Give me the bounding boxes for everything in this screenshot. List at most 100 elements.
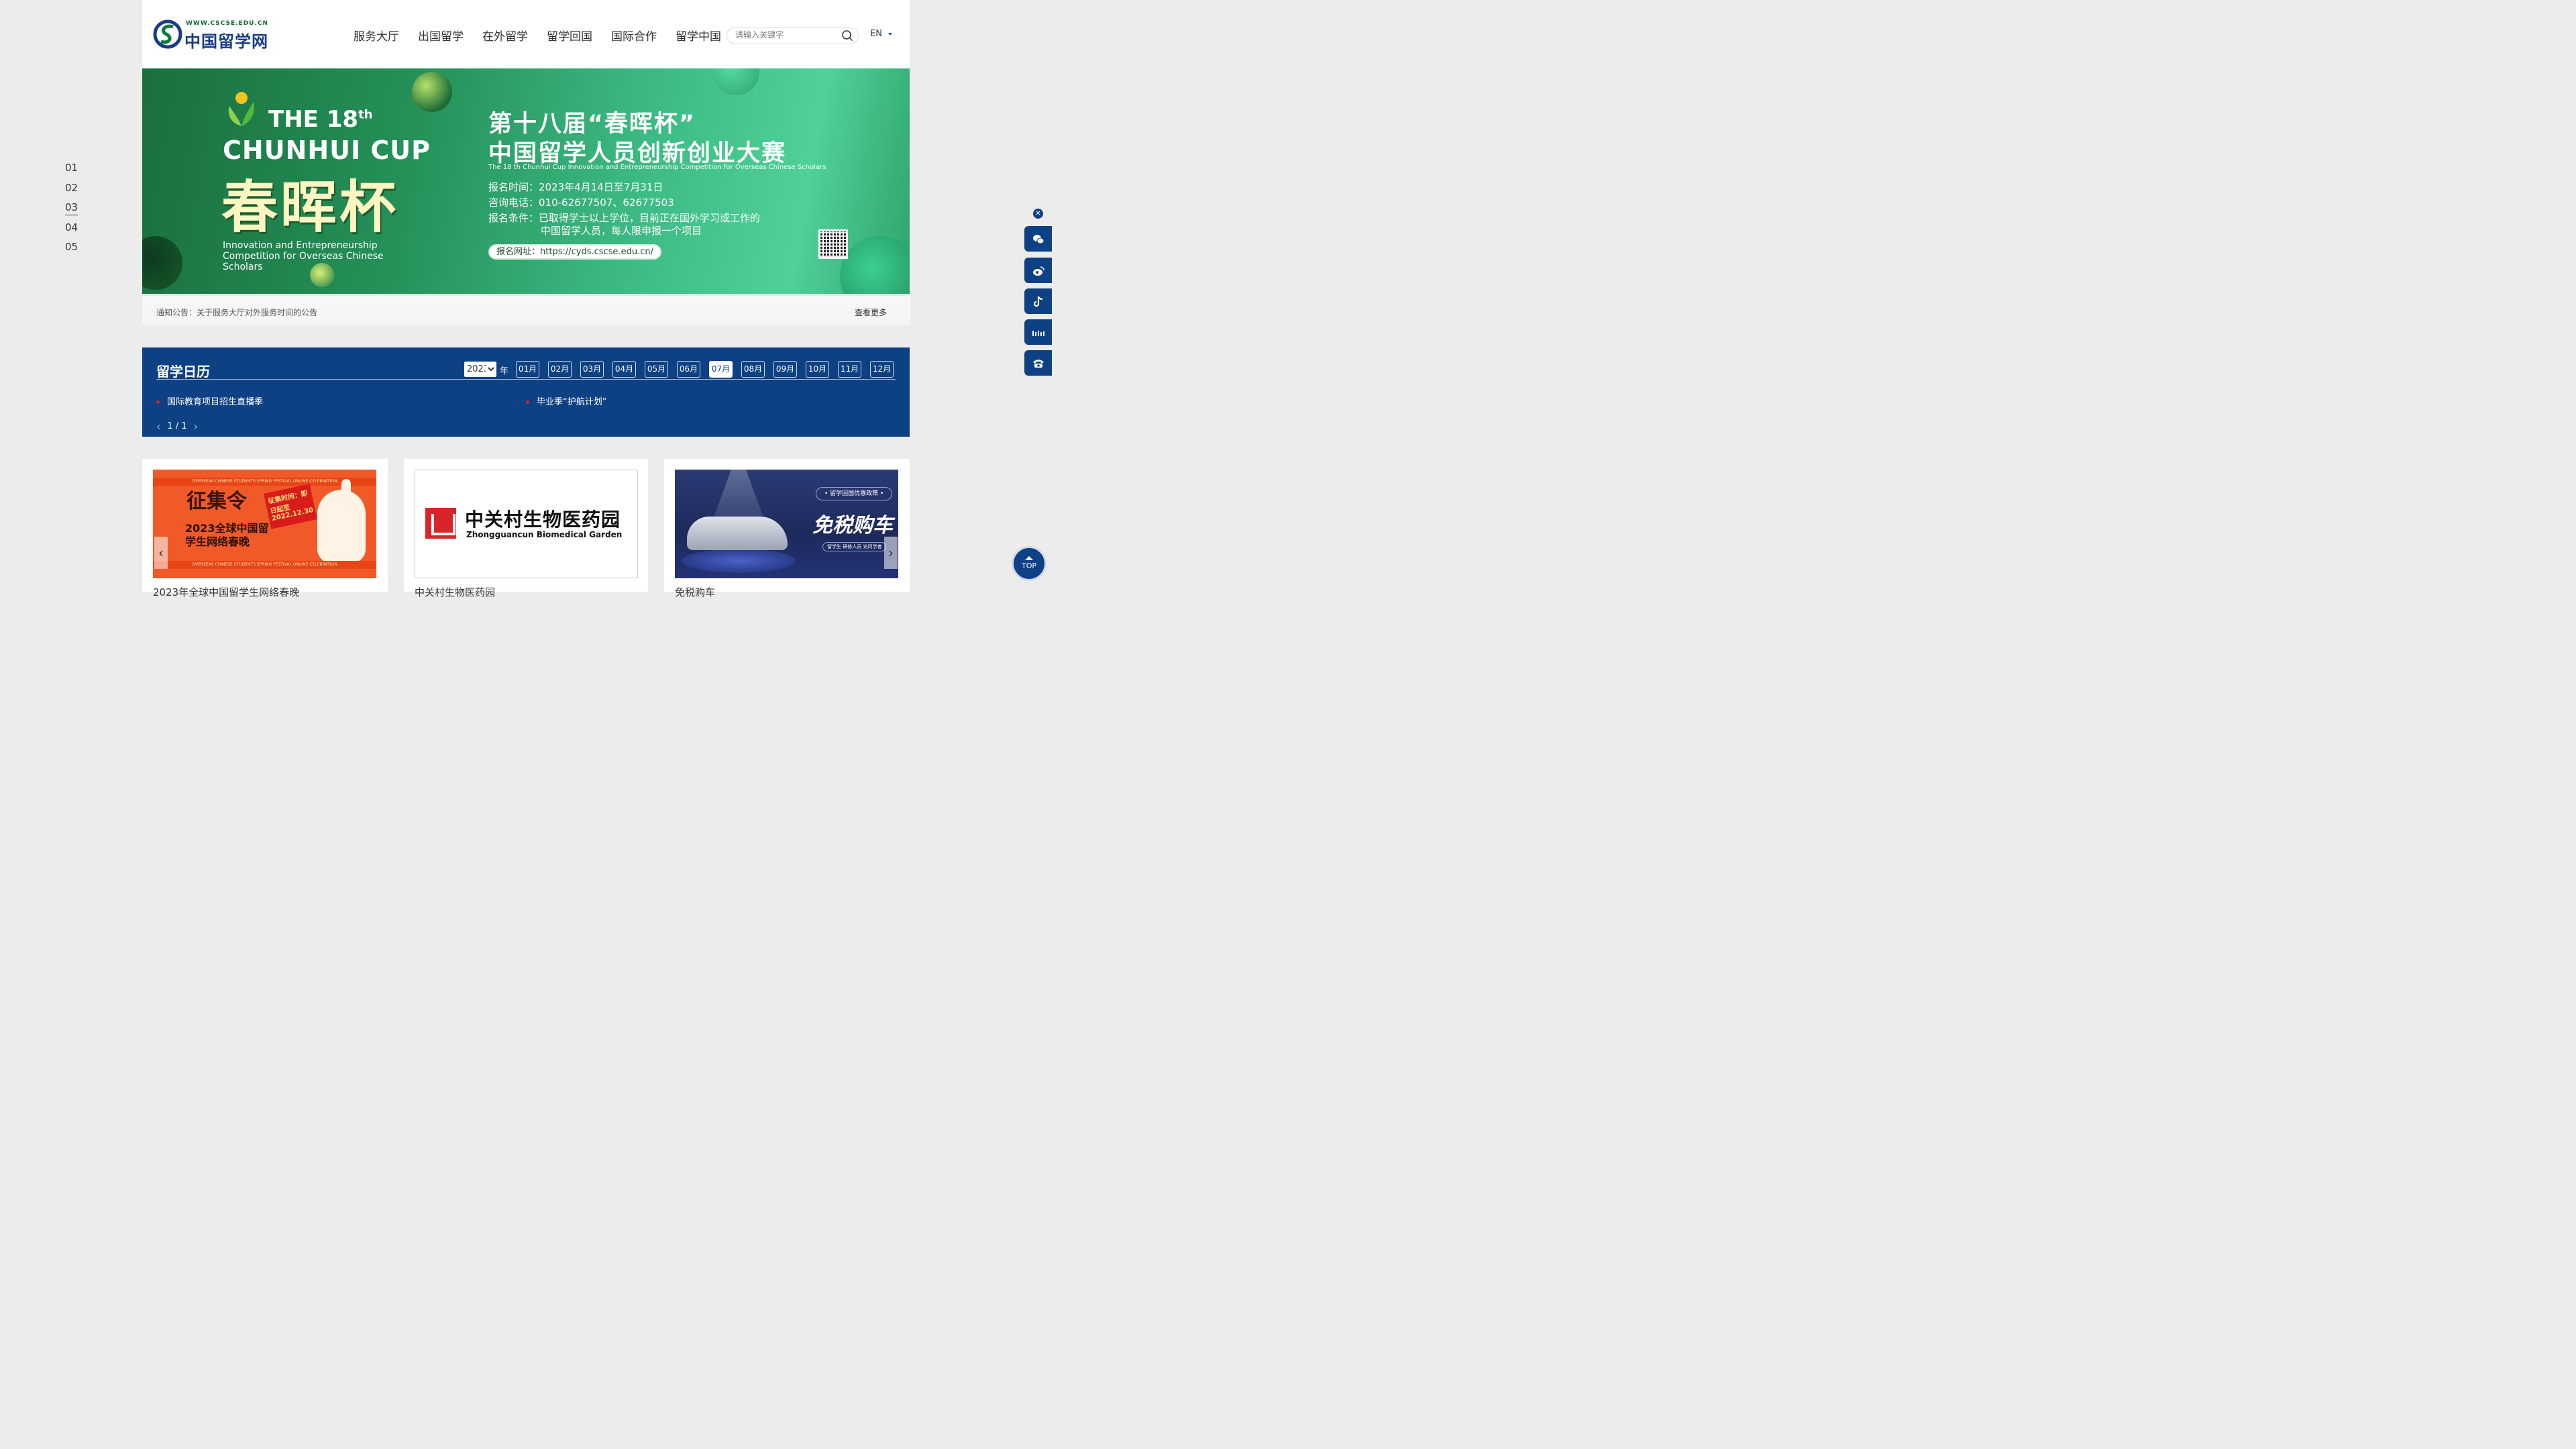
language-label: EN (870, 29, 882, 39)
decor-ball (142, 236, 182, 290)
hero-banner[interactable]: THE 18th CHUNHUI CUP 春晖杯 Innovation and … (142, 68, 910, 294)
nav-service-hall[interactable]: 服务大厅 (354, 27, 399, 44)
nav-study-in-china[interactable]: 留学中国 (676, 27, 721, 44)
arrow-up-icon (1025, 556, 1033, 560)
month-tab[interactable]: 02月 (548, 361, 572, 378)
year-select[interactable]: 2023 (464, 362, 496, 377)
section-page-item-active[interactable]: 03 (65, 201, 78, 221)
chevron-right-icon[interactable]: › (194, 420, 198, 433)
month-tabs: 01月 02月 03月 04月 05月 06月 07月 08月 09月 10月 … (516, 361, 894, 378)
wechat-icon[interactable] (1024, 226, 1052, 252)
banner-innovation-text: Innovation and Entrepreneurship Competit… (223, 240, 384, 272)
banner-condition-1: 报名条件：已取得学士以上学位，目前正在国外学习或工作的 (488, 212, 761, 224)
card-caption[interactable]: 2023年全球中国留学生网络春晚 (153, 585, 299, 599)
stage-decor (682, 549, 796, 573)
card-headline: 中关村生物医药园 (465, 508, 621, 531)
caret-down-icon (888, 32, 892, 36)
notice-more-link[interactable]: 查看更多 (855, 307, 887, 318)
decor-ball (412, 72, 452, 112)
banner-url[interactable]: 报名网址：https://cyds.cscse.edu.cn/ (488, 244, 661, 260)
logo-url-text: WWW.CSCSE.EDU.CN (186, 20, 269, 27)
month-tab[interactable]: 08月 (741, 361, 765, 378)
car-icon (687, 517, 788, 550)
notice-text[interactable]: 通知公告：关于服务大厅对外服务时间的公告 (156, 307, 317, 318)
nav-studying-overseas[interactable]: 在外留学 (482, 27, 528, 44)
banner-phone: 咨询电话：010-62677507、62677503 (488, 197, 674, 209)
card-headline: 征集令 (186, 490, 247, 513)
section-page-item[interactable]: 05 (65, 241, 78, 261)
site-header: WWW.CSCSE.EDU.CN 中国留学网 服务大厅 出国留学 在外留学 留学… (142, 0, 910, 68)
calendar-event[interactable]: 国际教育项目招生直播季 (156, 394, 263, 407)
card-pill: • 留学回国优惠政策 • (816, 487, 893, 500)
chevron-left-icon[interactable]: ‹ (156, 420, 160, 433)
bullet-icon (526, 400, 529, 404)
nav-study-abroad[interactable]: 出国留学 (418, 27, 464, 44)
main-nav: 服务大厅 出国留学 在外留学 留学回国 国际合作 留学中国 (354, 27, 721, 44)
qr-code-icon (818, 229, 848, 259)
banner-the-18th: THE 18th (268, 106, 373, 133)
banner-cup-title: CHUNHUI CUP (223, 136, 431, 165)
calendar-divider (156, 379, 896, 380)
section-page-item[interactable]: 01 (65, 162, 78, 182)
month-tab[interactable]: 01月 (516, 361, 539, 378)
decor-ball (840, 236, 910, 294)
search-input[interactable] (735, 30, 836, 40)
carousel-next-button[interactable]: › (884, 537, 898, 569)
study-calendar: 留学日历 2023 年 01月 02月 03月 04月 05月 06月 07月 … (142, 347, 910, 437)
close-icon[interactable]: ✕ (1033, 209, 1043, 219)
section-page-item[interactable]: 04 (65, 221, 78, 241)
nav-international-cooperation[interactable]: 国际合作 (611, 27, 657, 44)
logo-title: 中国留学网 (184, 32, 268, 51)
card-headline: 免税购车 (812, 514, 893, 537)
bullet-icon (156, 400, 160, 404)
card-sub: 留学生 研修人员 访问学者 (822, 542, 887, 551)
card-image: • 留学回国优惠政策 • 免税购车 留学生 研修人员 访问学者 (675, 470, 898, 578)
month-tab[interactable]: 10月 (806, 361, 829, 378)
bilibili-icon[interactable] (1024, 319, 1052, 345)
card-image: OVERSEAS CHINESE STUDENTS SPRING FESTIVA… (153, 470, 376, 578)
language-switch[interactable]: EN (870, 29, 892, 39)
month-tab[interactable]: 12月 (870, 361, 894, 378)
feature-card[interactable]: OVERSEAS CHINESE STUDENTS SPRING FESTIVA… (142, 459, 388, 598)
calendar-title: 留学日历 (156, 364, 210, 380)
chunhui-leaf-logo-icon (228, 92, 255, 126)
banner-english-line: The 18 th Chunhui Cup Innovation and Ent… (488, 164, 826, 171)
banner-chunhui-title: 春晖杯 (221, 174, 399, 240)
month-tab[interactable]: 06月 (677, 361, 700, 378)
section-page-item[interactable]: 02 (65, 182, 78, 202)
card-band-text: OVERSEAS CHINESE STUDENTS SPRING FESTIVA… (153, 561, 376, 569)
card-caption[interactable]: 中关村生物医药园 (415, 585, 495, 599)
phone-icon[interactable] (1024, 350, 1052, 376)
card-image: 中关村生物医药园 Zhongguancun Biomedical Garden (415, 470, 638, 578)
calendar-event[interactable]: 毕业季“护航计划” (526, 394, 606, 407)
carousel-prev-button[interactable]: ‹ (154, 537, 168, 569)
zgc-logo-icon (425, 508, 456, 539)
weibo-icon[interactable] (1024, 258, 1052, 283)
month-tab[interactable]: 11月 (838, 361, 861, 378)
month-tab[interactable]: 09月 (773, 361, 797, 378)
search-box (727, 27, 859, 44)
pager-text: 1 / 1 (167, 421, 187, 431)
back-to-top-button[interactable]: TOP (1012, 546, 1046, 581)
year-suffix: 年 (500, 366, 509, 376)
month-tab[interactable]: 04月 (612, 361, 636, 378)
rabbit-mascot-icon (317, 479, 366, 564)
calendar-pager: ‹ 1 / 1 › (156, 420, 198, 433)
section-pagination: 01 02 03 04 05 (65, 162, 78, 261)
feature-card[interactable]: • 留学回国优惠政策 • 免税购车 留学生 研修人员 访问学者 免税购车 (664, 459, 910, 598)
site-logo[interactable]: WWW.CSCSE.EDU.CN 中国留学网 (153, 17, 274, 51)
month-tab[interactable]: 05月 (645, 361, 668, 378)
card-sub: 2023全球中国留学生网络春晚 (185, 522, 269, 548)
decor-ball (712, 68, 759, 95)
nav-return[interactable]: 留学回国 (547, 27, 592, 44)
search-icon[interactable] (841, 30, 853, 44)
card-sub: Zhongguancun Biomedical Garden (466, 530, 623, 539)
banner-condition-2: 中国留学人员，每人限申报一个项目 (541, 225, 702, 237)
banner-registration-time: 报名时间：2023年4月14日至7月31日 (488, 181, 663, 193)
card-caption[interactable]: 免税购车 (675, 585, 715, 599)
douyin-icon[interactable] (1024, 288, 1052, 314)
feature-card[interactable]: 中关村生物医药园 Zhongguancun Biomedical Garden … (404, 459, 648, 598)
logo-emblem-icon (153, 19, 182, 49)
month-tab-active[interactable]: 07月 (709, 361, 733, 378)
month-tab[interactable]: 03月 (580, 361, 604, 378)
